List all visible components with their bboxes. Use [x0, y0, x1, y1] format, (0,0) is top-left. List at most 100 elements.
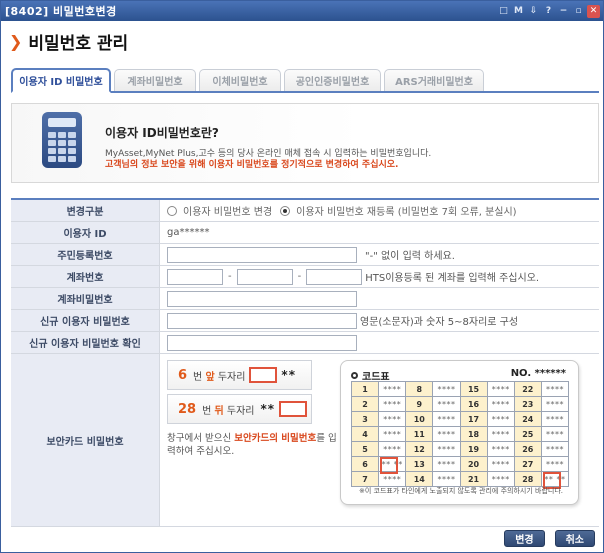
code-card-index: 26 [514, 442, 542, 457]
user-id-value: ga****** [167, 227, 210, 238]
code-card-index: 16 [460, 397, 488, 412]
button-bar: 변경 취소 [504, 530, 595, 547]
info-warning: 고객님의 정보 보안을 위해 이용자 비밀번호를 정기적으로 변경하여 주십시오… [105, 160, 399, 170]
title-bar-controls: □ M ⇩ ? − ▫ ✕ [497, 4, 603, 18]
account-no-input-3[interactable] [306, 268, 363, 285]
resident-no-input[interactable] [167, 246, 357, 263]
code-card-value: **** [433, 397, 461, 412]
code-card-value: **** [433, 457, 461, 472]
resident-no-label: 주민등록번호 [11, 244, 160, 265]
account-password-input[interactable] [167, 290, 357, 307]
code-card-value: **** [487, 472, 515, 487]
form-row-change-type: 변경구분 이용자 비밀번호 변경 이용자 비밀번호 재등록 (비밀번호 7회 오… [11, 200, 599, 222]
new-password-hint: 영문(소문자)과 숫자 5~8자리로 구성 [360, 317, 519, 328]
tab-ars-password[interactable]: ARS거래비밀번호 [384, 69, 484, 91]
account-no-label: 계좌번호 [11, 266, 160, 287]
calculator-icon [42, 112, 82, 168]
radio-button-selected-icon [280, 205, 291, 216]
back-code-input[interactable] [279, 401, 308, 417]
code-card-value: **** [379, 427, 407, 442]
radio-change-password[interactable]: 이용자 비밀번호 변경 [167, 203, 272, 218]
menu-icon[interactable]: □ [497, 5, 510, 18]
code-card-value: **** [541, 427, 569, 442]
code-card-index: 10 [406, 412, 434, 427]
code-card-value: **** [379, 397, 407, 412]
code-card-index: 14 [406, 472, 434, 487]
code-card-value: **** [433, 472, 461, 487]
code-card-value: **** [433, 412, 461, 427]
bullet-icon [351, 372, 358, 379]
form-row-account-password: 계좌비밀번호 [11, 288, 599, 310]
code-card-value: **** [541, 457, 569, 472]
form-row-new-password: 신규 이용자 비밀번호 영문(소문자)과 숫자 5~8자리로 구성 [11, 310, 599, 332]
code-card-index: 1 [352, 382, 380, 397]
security-card-label: 보안카드 비밀번호 [11, 354, 160, 526]
code-card-index: 13 [406, 457, 434, 472]
front-code-input[interactable] [249, 367, 278, 383]
front-code-stars: ** [281, 368, 296, 382]
radio-button-icon [167, 205, 177, 216]
maximize-icon[interactable]: ▫ [572, 5, 585, 18]
page-title-text: 비밀번호 관리 [28, 34, 129, 54]
form-row-security-card: 보안카드 비밀번호 6 번 앞 두자리 ** 28 번 뒤 두자리 ** 창구에… [11, 354, 599, 527]
new-password-confirm-input[interactable] [167, 334, 357, 351]
code-card-value: **** [487, 412, 515, 427]
code-card-value: **** [433, 382, 461, 397]
window-title: [8402] 비밀번호변경 [5, 5, 117, 18]
code-card-index: 12 [406, 442, 434, 457]
dialog-window: [8402] 비밀번호변경 □ M ⇩ ? − ▫ ✕ ❯ 비밀번호 관리 이용… [0, 0, 604, 553]
code-card-index: 11 [406, 427, 434, 442]
code-card-index: 6 [352, 457, 380, 472]
link-icon[interactable]: M [512, 5, 525, 18]
code-card-index: 2 [352, 397, 380, 412]
password-form: 변경구분 이용자 비밀번호 변경 이용자 비밀번호 재등록 (비밀번호 7회 오… [11, 198, 599, 527]
code-card-value: ** ** [379, 457, 407, 474]
code-card-value: **** [379, 382, 407, 397]
account-no-input-2[interactable] [236, 268, 293, 285]
code-card-value: ** ** [541, 472, 569, 489]
account-password-label: 계좌비밀번호 [11, 288, 160, 309]
code-card-index: 21 [460, 472, 488, 487]
code-card-value: **** [433, 427, 461, 442]
code-card-value: **** [487, 382, 515, 397]
account-no-input-1[interactable] [167, 268, 223, 285]
resident-no-hint: "-" 없이 입력 하세요. [365, 251, 455, 262]
account-no-hint: HTS이용등록 된 계좌를 입력해 주십시오. [365, 273, 540, 284]
title-bar[interactable]: [8402] 비밀번호변경 □ M ⇩ ? − ▫ ✕ [1, 1, 603, 21]
info-heading: 이용자 ID비밀번호란? [105, 126, 219, 140]
tab-certificate-password[interactable]: 공인인증비밀번호 [284, 69, 381, 91]
back-code-label: 번 뒤 두자리 [202, 405, 255, 417]
front-code-number: 6 [178, 367, 188, 383]
security-card-back-box: 28 번 뒤 두자리 ** [167, 394, 312, 424]
cancel-button[interactable]: 취소 [554, 530, 595, 547]
tab-account-password[interactable]: 계좌비밀번호 [114, 69, 196, 91]
change-type-label: 변경구분 [11, 200, 160, 221]
code-card-index: 17 [460, 412, 488, 427]
tab-transfer-password[interactable]: 이체비밀번호 [199, 69, 281, 91]
code-card-index: 9 [406, 397, 434, 412]
new-password-input[interactable] [167, 312, 357, 329]
code-card-value: **** [541, 412, 569, 427]
confirm-button[interactable]: 변경 [504, 530, 545, 547]
new-password-confirm-label: 신규 이용자 비밀번호 확인 [11, 332, 160, 353]
help-icon[interactable]: ? [542, 5, 555, 18]
radio-reregister-password[interactable]: 이용자 비밀번호 재등록 (비밀번호 7회 오류, 분실시) [280, 203, 517, 218]
minimize-icon[interactable]: − [557, 5, 570, 18]
form-row-resident-no: 주민등록번호 "-" 없이 입력 하세요. [11, 244, 599, 266]
close-icon[interactable]: ✕ [587, 4, 600, 18]
back-code-stars: ** [260, 402, 276, 416]
code-card-value: **** [487, 427, 515, 442]
code-card-index: 7 [352, 472, 380, 487]
radio-reregister-password-label: 이용자 비밀번호 재등록 (비밀번호 7회 오류, 분실시) [296, 207, 517, 218]
code-card-index: 19 [460, 442, 488, 457]
form-row-user-id: 이용자 ID ga****** [11, 222, 599, 244]
account-no-dash: - [297, 271, 302, 282]
code-card-index: 18 [460, 427, 488, 442]
export-icon[interactable]: ⇩ [527, 5, 540, 18]
code-card-value: **** [487, 457, 515, 472]
code-card-grid: 1 **** 8 **** 15 **** 22 **** 2 **** 9 **** 16 **** 23… [351, 381, 569, 489]
form-row-new-password-confirm: 신규 이용자 비밀번호 확인 [11, 332, 599, 354]
code-card-index: 25 [514, 427, 542, 442]
tab-user-id-password[interactable]: 이용자 ID 비밀번호 [11, 68, 111, 93]
code-card-value: **** [487, 442, 515, 457]
